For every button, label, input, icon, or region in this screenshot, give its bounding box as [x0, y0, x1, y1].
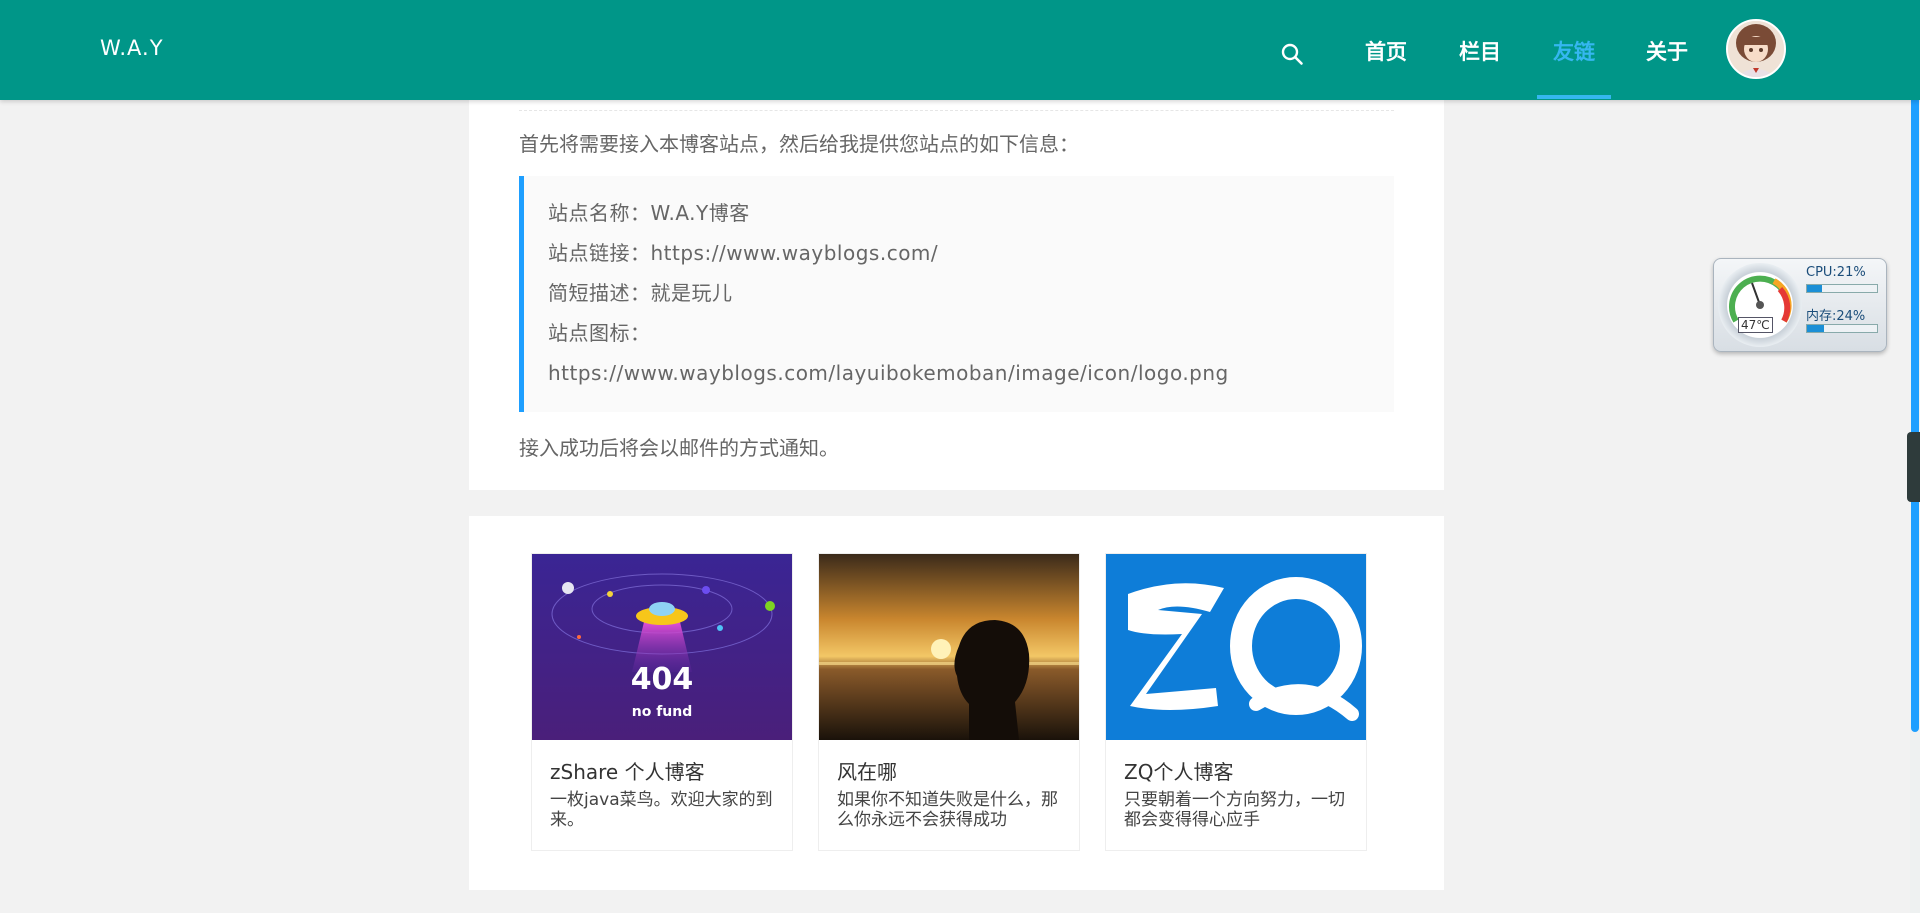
user-avatar[interactable] [1726, 19, 1786, 79]
side-drawer-tab[interactable] [1907, 432, 1920, 502]
nav-home[interactable]: 首页 [1365, 36, 1407, 66]
search-icon[interactable] [1280, 42, 1304, 66]
apply-intro-text: 首先将需要接入本博客站点，然后给我提供您站点的如下信息： [519, 132, 1079, 156]
site-desc-line: 简短描述：就是玩儿 [548, 281, 733, 305]
friend-link-desc: 只要朝着一个方向努力，一切都会变得得心应手 [1124, 790, 1345, 830]
temperature-readout: 47℃ [1738, 317, 1773, 333]
friend-link-title[interactable]: zShare 个人博客 [550, 756, 705, 785]
thumb-404-text: 404 [631, 662, 694, 697]
site-icon-url-line: https://www.wayblogs.com/layuibokemoban/… [548, 361, 1229, 385]
cpu-label: CPU:21% [1806, 265, 1866, 280]
site-url-line: 站点链接：https://www.wayblogs.com/ [548, 241, 939, 265]
site-logo[interactable]: W.A.Y [100, 36, 164, 60]
apply-info-card: 首先将需要接入本博客站点，然后给我提供您站点的如下信息： 站点名称：W.A.Y博… [469, 100, 1444, 490]
apply-outro-text: 接入成功后将会以邮件的方式通知。 [519, 436, 839, 460]
gauge-icon [1718, 263, 1802, 347]
friend-link-title[interactable]: 风在哪 [837, 756, 897, 785]
site-name-line: 站点名称：W.A.Y博客 [548, 201, 750, 225]
top-navbar: W.A.Y 首页 栏目 友链 关于 [0, 0, 1920, 100]
friend-link-desc: 一枚java菜鸟。欢迎大家的到来。 [550, 790, 773, 830]
active-nav-indicator [1537, 95, 1611, 99]
thumb-nofund-text: no fund [632, 704, 693, 720]
memory-bar [1806, 324, 1878, 333]
nav-about[interactable]: 关于 [1646, 36, 1688, 66]
ufo-404-image: 404 no fund [532, 554, 792, 740]
zq-logo-image: ZQ [1106, 554, 1366, 740]
friend-link-zshare[interactable]: 404 no fund zShare 个人博客 一枚java菜鸟。欢迎大家的到来… [531, 553, 793, 851]
scrollbar-thumb[interactable] [1911, 72, 1919, 732]
cpu-bar [1806, 284, 1878, 293]
memory-bar-fill [1807, 325, 1824, 332]
nav-categories[interactable]: 栏目 [1459, 36, 1501, 66]
divider [519, 110, 1394, 111]
friend-link-desc: 如果你不知道失败是什么，那么你永远不会获得成功 [837, 790, 1058, 830]
friend-link-title[interactable]: ZQ个人博客 [1124, 756, 1233, 785]
site-icon-line: 站点图标： [548, 321, 651, 345]
cpu-bar-fill [1807, 285, 1822, 292]
memory-label: 内存:24% [1806, 309, 1866, 324]
site-info-blockquote: 站点名称：W.A.Y博客 站点链接：https://www.wayblogs.c… [519, 176, 1394, 412]
nav-friend-links[interactable]: 友链 [1553, 36, 1595, 66]
sunset-silhouette-image [819, 554, 1079, 740]
friend-links-card: 404 no fund zShare 个人博客 一枚java菜鸟。欢迎大家的到来… [469, 516, 1444, 890]
friend-link-zq[interactable]: ZQ ZQ个人博客 只要朝着一个方向努力，一切都会变得得心应手 [1105, 553, 1367, 851]
friend-link-fengzaina[interactable]: 风在哪 如果你不知道失败是什么，那么你永远不会获得成功 [818, 553, 1080, 851]
system-monitor-widget[interactable]: 47℃ CPU:21% 内存:24% [1713, 258, 1887, 352]
